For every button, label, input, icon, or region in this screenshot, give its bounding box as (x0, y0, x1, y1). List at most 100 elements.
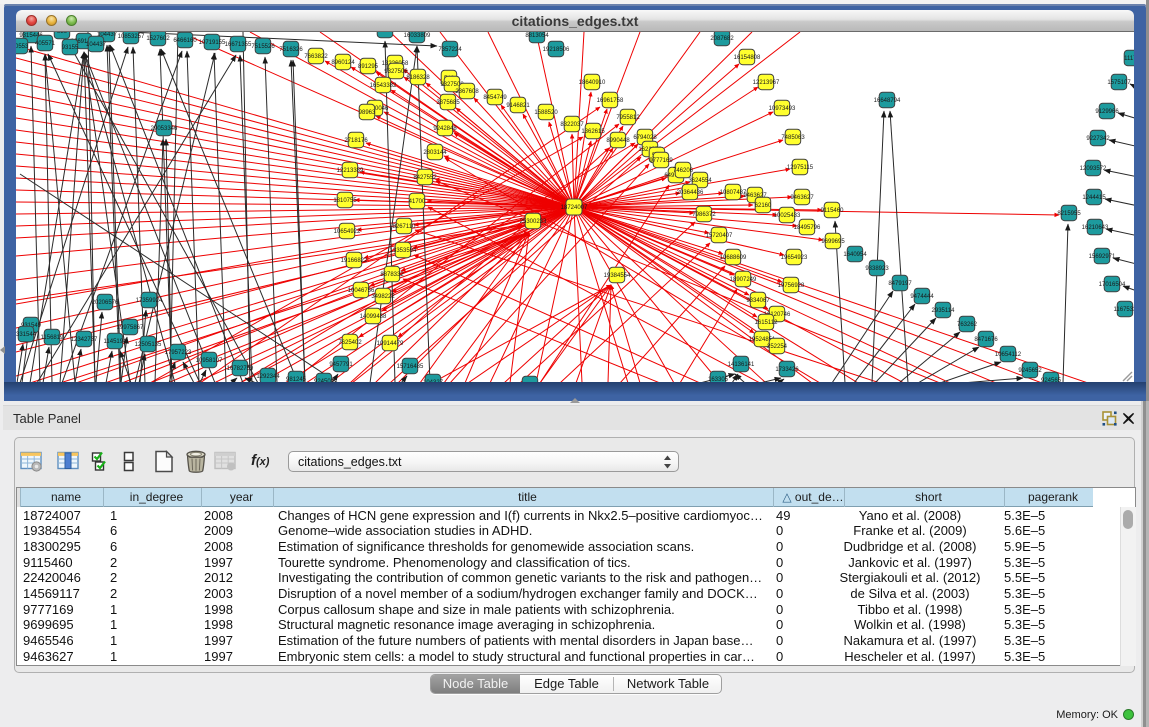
svg-text:3624554: 3624554 (688, 178, 712, 184)
svg-text:19654923: 19654923 (781, 255, 808, 261)
svg-text:25300233: 25300233 (520, 219, 547, 225)
svg-text:41700: 41700 (409, 199, 426, 205)
svg-text:19218506: 19218506 (543, 47, 570, 53)
svg-text:12213967: 12213967 (753, 80, 780, 86)
svg-text:8471676: 8471676 (974, 337, 998, 343)
svg-text:16648794: 16648794 (874, 98, 901, 104)
svg-text:8990448: 8990448 (606, 138, 630, 144)
svg-text:1362615: 1362615 (581, 129, 605, 135)
svg-text:16671355: 16671355 (225, 42, 252, 48)
svg-text:12213389: 12213389 (337, 168, 364, 174)
svg-text:8454749: 8454749 (483, 95, 507, 101)
svg-text:1292344: 1292344 (256, 374, 280, 380)
svg-text:17359924: 17359924 (136, 298, 163, 304)
svg-text:981245: 981245 (286, 377, 307, 382)
svg-text:2367608: 2367608 (455, 89, 479, 95)
svg-text:9334067: 9334067 (746, 298, 770, 304)
svg-text:9327506: 9327506 (384, 69, 408, 75)
svg-text:62160: 62160 (755, 203, 772, 209)
svg-text:746206: 746206 (673, 168, 694, 174)
svg-text:2087682: 2087682 (710, 36, 734, 42)
svg-text:29053346: 29053346 (151, 126, 178, 132)
svg-text:19166822: 19166822 (341, 258, 368, 264)
svg-text:8878332: 8878332 (380, 272, 404, 278)
svg-text:405571: 405571 (35, 41, 56, 47)
svg-text:2803144: 2803144 (423, 150, 447, 156)
svg-text:891295: 891295 (358, 64, 379, 70)
svg-text:8215955: 8215955 (1057, 211, 1081, 217)
svg-text:836: 836 (57, 32, 68, 35)
svg-text:252254: 252254 (767, 344, 788, 350)
svg-text:9338923: 9338923 (865, 266, 889, 272)
svg-text:1640954: 1640954 (843, 252, 867, 258)
svg-text:1615112: 1615112 (755, 320, 779, 326)
svg-text:10719155: 10719155 (199, 40, 226, 46)
svg-text:10025433: 10025433 (774, 213, 801, 219)
svg-text:7515526: 7515526 (251, 44, 275, 50)
svg-text:11174: 11174 (1124, 56, 1134, 62)
svg-text:7357224: 7357224 (438, 47, 462, 53)
svg-text:1244415: 1244415 (1082, 195, 1106, 201)
svg-text:6794028: 6794028 (633, 135, 657, 141)
svg-text:15720407: 15720407 (706, 233, 733, 239)
svg-text:12505135: 12505135 (135, 342, 162, 348)
svg-text:6466160: 6466160 (173, 38, 197, 44)
svg-text:763262: 763262 (957, 322, 978, 328)
svg-text:16543382: 16543382 (370, 83, 397, 89)
svg-text:924502: 924502 (314, 379, 335, 382)
svg-text:13353594: 13353594 (390, 248, 417, 254)
svg-text:8479197: 8479197 (888, 281, 912, 287)
svg-text:18724007: 18724007 (561, 205, 588, 211)
svg-text:8186328: 8186328 (406, 75, 430, 81)
svg-text:9777169: 9777169 (649, 158, 673, 164)
svg-text:1810755: 1810755 (333, 198, 357, 204)
svg-text:19384554: 19384554 (604, 273, 631, 279)
svg-text:7625402: 7625402 (338, 340, 362, 346)
svg-text:3498222: 3498222 (371, 294, 395, 300)
svg-text:9242848: 9242848 (433, 126, 457, 132)
svg-text:10853257: 10853257 (118, 34, 145, 40)
svg-text:1575107: 1575107 (1107, 80, 1131, 86)
svg-text:3875685: 3875685 (436, 100, 460, 106)
svg-text:8322037: 8322037 (560, 122, 584, 128)
svg-text:7955812: 7955812 (616, 115, 640, 121)
svg-text:9129966: 9129966 (1095, 109, 1119, 115)
svg-text:18907249: 18907249 (730, 277, 757, 283)
svg-text:10654112: 10654112 (995, 352, 1022, 358)
svg-text:17957223: 17957223 (165, 350, 192, 356)
svg-text:7986372: 7986372 (692, 212, 716, 218)
svg-text:98963: 98963 (359, 110, 376, 116)
svg-text:1156819: 1156819 (41, 335, 65, 341)
svg-text:20364436: 20364436 (677, 190, 704, 196)
svg-text:20553: 20553 (16, 44, 29, 50)
svg-text:160338: 160338 (375, 32, 396, 34)
svg-text:2935114: 2935114 (932, 308, 956, 314)
svg-text:7485063: 7485063 (781, 135, 805, 141)
svg-text:9699695: 9699695 (821, 239, 845, 245)
svg-text:16210643: 16210643 (1082, 225, 1109, 231)
svg-text:8960124: 8960124 (331, 60, 355, 66)
svg-text:16154808: 16154808 (734, 55, 761, 61)
svg-text:104437: 104437 (86, 42, 107, 48)
svg-text:18640910: 18640910 (579, 80, 606, 86)
svg-text:1527602: 1527602 (146, 36, 170, 42)
svg-text:12093572: 12093572 (1080, 166, 1107, 172)
svg-text:1167533: 1167533 (1114, 307, 1134, 313)
svg-text:9115460: 9115460 (821, 208, 845, 214)
svg-text:2718176: 2718176 (344, 138, 368, 144)
svg-text:1588520: 1588520 (534, 110, 558, 116)
svg-text:331544: 331544 (16, 332, 37, 338)
svg-text:18495796: 18495796 (794, 225, 821, 231)
svg-text:7663822: 7663822 (304, 54, 328, 60)
svg-text:16033809: 16033809 (404, 33, 431, 39)
svg-text:14136141: 14136141 (728, 362, 755, 368)
svg-text:17016504: 17016504 (1099, 282, 1126, 288)
svg-text:8267110: 8267110 (393, 224, 417, 230)
svg-text:10914479: 10914479 (377, 341, 404, 347)
svg-text:924565: 924565 (1041, 378, 1062, 382)
svg-text:12975115: 12975115 (787, 165, 814, 171)
svg-text:9457791: 9457791 (329, 362, 353, 368)
svg-text:9146821: 9146821 (506, 103, 530, 109)
svg-text:10688609: 10688609 (720, 255, 747, 261)
svg-text:1733426: 1733426 (775, 367, 799, 373)
